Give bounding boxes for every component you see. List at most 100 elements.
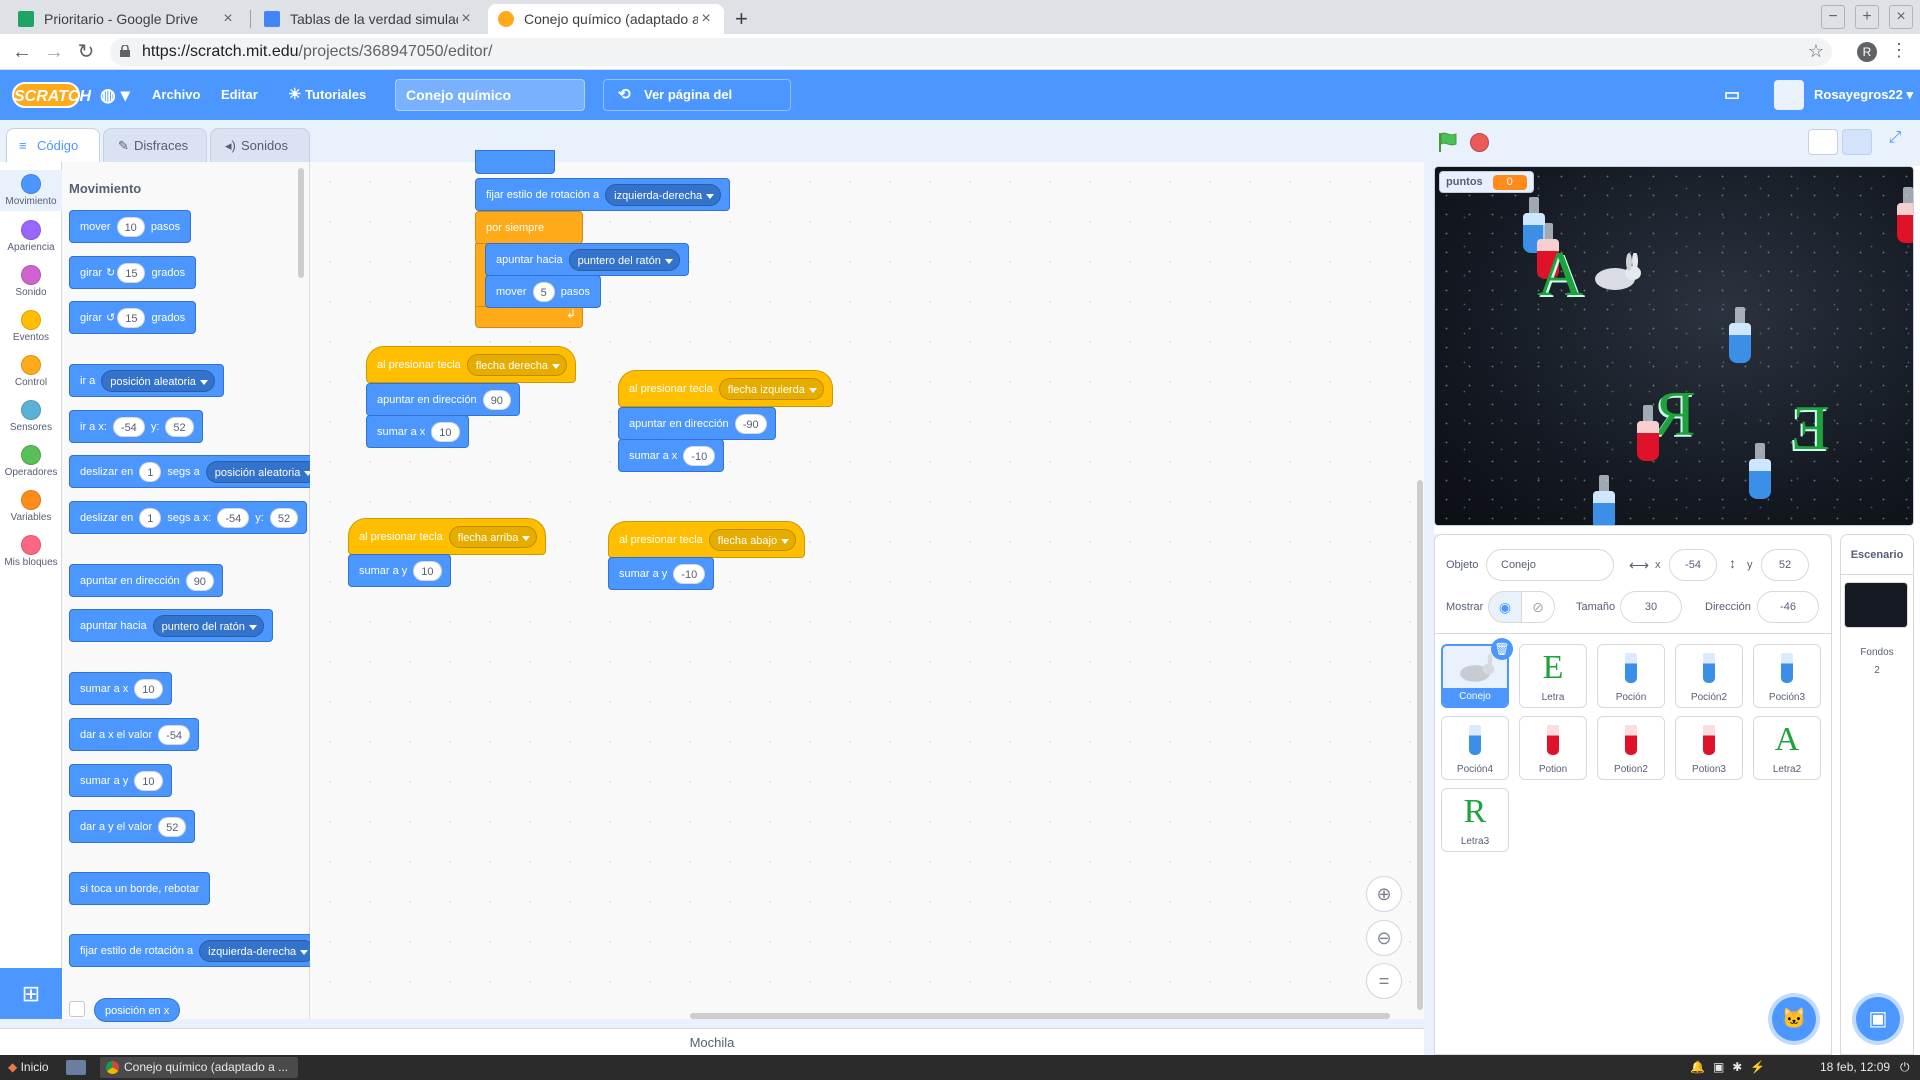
category-eventos[interactable]: Eventos [0,306,62,347]
letter-e-sprite[interactable]: E [1791,391,1830,465]
block-input[interactable]: -54 [158,724,191,745]
block-ir-a[interactable]: ir a posición aleatoria [69,364,224,397]
block-input[interactable]: -54 [112,416,145,437]
reporter-checkbox[interactable] [69,1001,85,1017]
sprite-tile[interactable]: E Letra [1519,644,1587,708]
script-sumar-y-10[interactable]: sumar a y 10 [348,554,451,587]
sprite-tile[interactable]: A Letra2 [1753,716,1821,780]
block-input[interactable]: 10 [134,678,163,699]
user-menu[interactable]: Rosayegros22 ▾ [1774,79,1913,111]
sprite-tile[interactable]: Poción4 [1441,716,1509,780]
potion-blue-sprite[interactable] [1749,443,1771,499]
reporter-posicion-x[interactable]: posición en x [94,998,181,1022]
category-movimiento[interactable]: Movimiento [0,170,62,211]
script-hat-flecha-derecha[interactable]: al presionar tecla flecha derecha [366,346,576,383]
language-globe-icon[interactable]: ◍ ▾ [100,70,130,120]
taskbar-chrome-window[interactable]: Conejo químico (adaptado a ... [100,1057,298,1078]
block-rebotar[interactable]: si toca un borde, rebotar [69,872,211,905]
block-dropdown[interactable]: flecha arriba [448,525,538,548]
menu-editar[interactable]: Editar [221,70,258,120]
block-sumar-a-x[interactable]: sumar a x 10 [69,672,172,705]
zoom-in-icon[interactable]: ⊕ [1366,876,1402,912]
potion-red-sprite[interactable] [1637,405,1659,461]
block-girar-derecha[interactable]: girar ↻ 15 grados [69,256,197,289]
normal-stage-button[interactable] [1842,129,1872,155]
block-input[interactable]: -90 [734,413,767,434]
script-hat-flecha-izquierda[interactable]: al presionar tecla flecha izquierda [618,370,833,407]
block-input[interactable]: 52 [158,816,187,837]
close-window-button[interactable]: × [1889,5,1913,29]
letter-a-sprite[interactable]: A [1537,237,1583,311]
project-title-input[interactable]: Conejo químico (adaptado... [395,79,585,133]
block-input[interactable]: 10 [116,216,145,237]
block-mover[interactable]: mover 10 pasos [69,210,192,243]
menu-tutoriales[interactable]: ☀ Tutoriales [288,70,366,120]
script-por-siempre[interactable]: por siempre [475,211,583,244]
block-input[interactable]: 5 [532,281,555,302]
script-apuntar-90[interactable]: apuntar en dirección 90 [366,383,520,416]
block-input[interactable]: -10 [683,445,716,466]
block-deslizar-xy[interactable]: deslizar en 1 segs a x: -54 y: 52 [69,501,308,534]
block-dropdown[interactable]: flecha izquierda [718,377,824,400]
sprite-x-input[interactable]: -54 [1669,549,1717,581]
forward-icon[interactable]: → [42,40,66,64]
block-input[interactable]: 90 [482,389,511,410]
block-dropdown[interactable]: puntero del ratón [152,614,264,637]
choose-sprite-button[interactable]: 🐱 [1772,997,1816,1041]
script-hat-flecha-abajo[interactable]: al presionar tecla flecha abajo [608,521,806,558]
hide-eye-icon[interactable]: ⊘ [1521,591,1555,623]
bookmark-star-icon[interactable]: ☆ [1808,41,1824,62]
letter-r-sprite[interactable]: R [1653,377,1696,451]
sprite-tile[interactable]: R Letra3 [1441,788,1509,852]
menu-archivo[interactable]: Archivo [152,70,200,120]
script-sumar-x-10[interactable]: sumar a x 10 [366,415,469,448]
category-variables[interactable]: Variables [0,486,62,527]
sprite-tile[interactable]: Poción2 [1675,644,1743,708]
tab-code[interactable]: ≡ Código [6,128,100,162]
block-dropdown[interactable]: izquierda-derecha [605,183,722,206]
block-dropdown[interactable]: posición aleatoria [101,369,215,392]
block-fijar-estilo-rotacion[interactable]: fijar estilo de rotación a izquierda-dere… [69,934,325,967]
block-input[interactable]: 1 [139,507,162,528]
script-mover[interactable]: mover 5 pasos [485,275,602,308]
show-eye-icon[interactable]: ◉ [1488,591,1522,623]
close-icon[interactable]: × [458,10,474,28]
category-mis-bloques[interactable]: Mis bloques [0,531,62,572]
script-horizontal-scrollbar[interactable] [690,1013,1390,1019]
script-fijar-estilo[interactable]: fijar estilo de rotación a izquierda-dere… [475,178,731,211]
stop-icon[interactable] [1470,133,1489,152]
small-stage-button[interactable] [1808,129,1838,155]
scratch-logo[interactable]: SCRATCH [12,82,91,108]
sprite-tile[interactable]: Potion2 [1597,716,1665,780]
tab-sounds[interactable]: ◂) Sonidos [210,128,310,162]
minimize-button[interactable]: − [1821,5,1845,29]
delete-sprite-icon[interactable]: 🗑 [1491,638,1513,660]
fullscreen-icon[interactable]: ⤢ [1880,129,1910,155]
browser-tab-docs[interactable]: Tablas de la verdad simulador... × [254,4,484,34]
script-sumar-x-menos-10[interactable]: sumar a x -10 [618,439,725,472]
sprite-tile[interactable]: Potion3 [1675,716,1743,780]
zoom-reset-icon[interactable]: = [1366,963,1402,999]
block-dropdown[interactable]: posición aleatoria [205,460,320,483]
close-icon[interactable]: × [698,10,714,28]
block-dar-a-y[interactable]: dar a y el valor 52 [69,810,196,843]
block-input[interactable]: 15 [117,307,146,328]
block-dropdown[interactable]: izquierda-derecha [199,939,316,962]
zoom-out-icon[interactable]: ⊖ [1366,920,1402,956]
sprite-tile[interactable]: Poción3 [1753,644,1821,708]
browser-menu-icon[interactable]: ⋮ [1890,40,1908,61]
block-girar-izquierda[interactable]: girar ↺ 15 grados [69,301,197,334]
block-input[interactable]: 10 [134,770,163,791]
reload-icon[interactable]: ↻ [74,40,98,64]
add-extension-button[interactable]: ⊞ [0,968,62,1019]
block-input[interactable]: 10 [413,560,442,581]
block-input[interactable]: 15 [117,262,146,283]
my-stuff-folder-icon[interactable]: ▭ [1724,70,1740,120]
system-tray-icons[interactable]: 🔔▣✱⚡ [1690,1055,1773,1080]
power-icon[interactable]: ⏻ [1900,1055,1910,1080]
block-input[interactable]: -10 [673,563,706,584]
block-input[interactable]: 52 [165,416,194,437]
block-apuntar-direccion[interactable]: apuntar en dirección 90 [69,564,223,597]
block-input[interactable]: 1 [139,461,162,482]
back-icon[interactable]: ← [10,40,34,64]
